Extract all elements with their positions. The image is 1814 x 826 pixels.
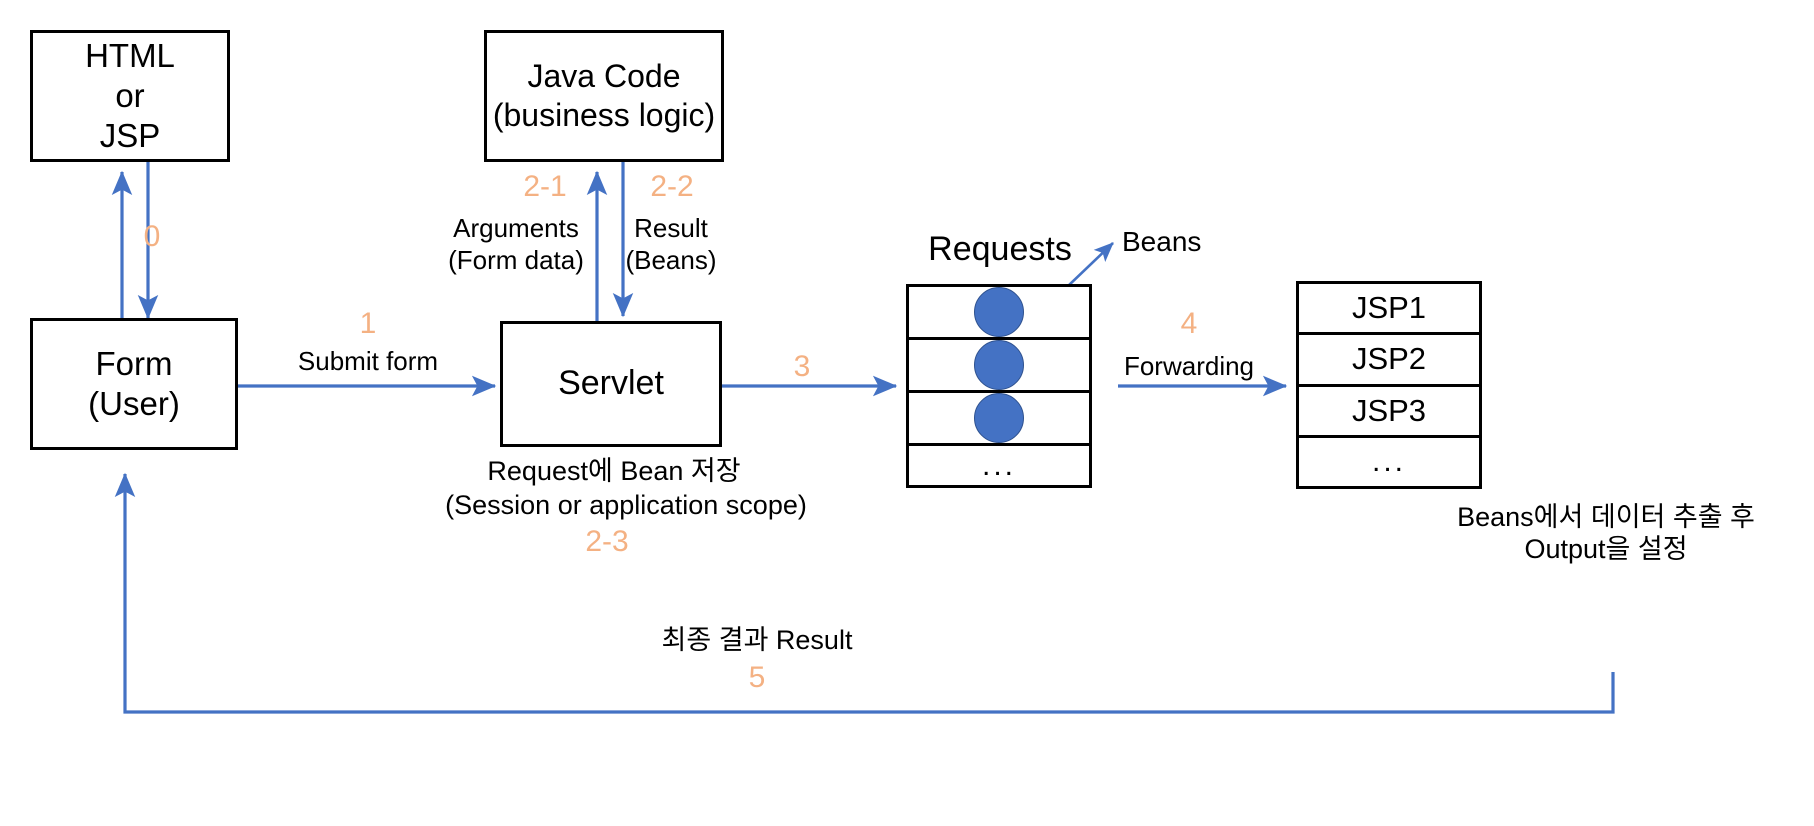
box-form-user-line1: Form — [95, 344, 173, 382]
table-row[interactable]: ... — [1299, 438, 1479, 486]
table-row[interactable] — [909, 287, 1089, 340]
flow-label-result: Result — [634, 213, 708, 243]
flow-label-beans-paren: (Beans) — [625, 245, 717, 275]
jsp-row-label: JSP3 — [1351, 392, 1427, 428]
jsp-table[interactable]: JSP1 JSP2 JSP3 ... — [1296, 281, 1482, 489]
table-row[interactable]: JSP1 — [1299, 284, 1479, 336]
box-java-code-line1: Java Code — [527, 57, 681, 94]
bean-icon — [974, 393, 1024, 443]
step-number-3: 3 — [793, 350, 811, 383]
bean-icon — [974, 287, 1024, 337]
table-row[interactable] — [909, 340, 1089, 393]
step-number-1: 1 — [359, 307, 377, 340]
box-java-code-line2: (business logic) — [492, 97, 716, 133]
flow-label-form-data: (Form data) — [448, 245, 584, 275]
table-row[interactable]: JSP3 — [1299, 387, 1479, 438]
step-number-2-2: 2-2 — [650, 170, 694, 203]
requests-table[interactable]: ... — [906, 284, 1092, 488]
box-html-or-jsp-line1: HTML — [85, 36, 175, 74]
box-form-user[interactable]: Form (User) — [30, 318, 238, 450]
jsp-caption-line2: Output을 설정 — [1524, 534, 1688, 564]
box-java-code[interactable]: Java Code (business logic) — [484, 30, 724, 162]
box-html-or-jsp[interactable]: HTML or JSP — [30, 30, 230, 162]
flow-arrow-5 — [114, 472, 1615, 714]
step-number-4: 4 — [1180, 307, 1198, 340]
box-servlet-line1: Servlet — [558, 364, 664, 403]
jsp-caption-line1: Beans에서 데이터 추출 후 — [1457, 502, 1755, 532]
box-form-user-line2: (User) — [88, 385, 180, 422]
diagram-canvas: HTML or JSP Java Code (business logic) F… — [0, 0, 1814, 826]
beans-callout-label: Beans — [1122, 226, 1202, 257]
servlet-caption-line1: Request에 Bean 저장 — [487, 456, 741, 486]
servlet-caption-line2: (Session or application scope) — [445, 490, 807, 520]
flow-label-submit-form: Submit form — [297, 346, 439, 376]
table-row[interactable] — [909, 393, 1089, 446]
step-number-0: 0 — [143, 220, 161, 253]
step-number-2-3: 2-3 — [585, 525, 629, 558]
step-number-5: 5 — [748, 661, 766, 694]
requests-row-ellipsis: ... — [981, 448, 1016, 482]
step-number-2-1: 2-1 — [523, 170, 567, 203]
box-html-or-jsp-line2: or — [115, 76, 145, 114]
flow-label-arguments: Arguments — [453, 213, 579, 243]
table-row[interactable]: ... — [909, 446, 1089, 485]
flow-label-forwarding: Forwarding — [1123, 351, 1255, 381]
table-row[interactable]: JSP2 — [1299, 335, 1479, 387]
final-result-label: 최종 결과 Result — [661, 625, 853, 655]
box-html-or-jsp-line3: JSP — [99, 117, 161, 155]
jsp-row-label: JSP1 — [1351, 290, 1427, 326]
box-servlet[interactable]: Servlet — [500, 321, 722, 447]
jsp-row-ellipsis: ... — [1371, 444, 1406, 478]
requests-table-header: Requests — [928, 230, 1072, 268]
bean-icon — [974, 340, 1024, 390]
jsp-row-label: JSP2 — [1351, 341, 1427, 377]
